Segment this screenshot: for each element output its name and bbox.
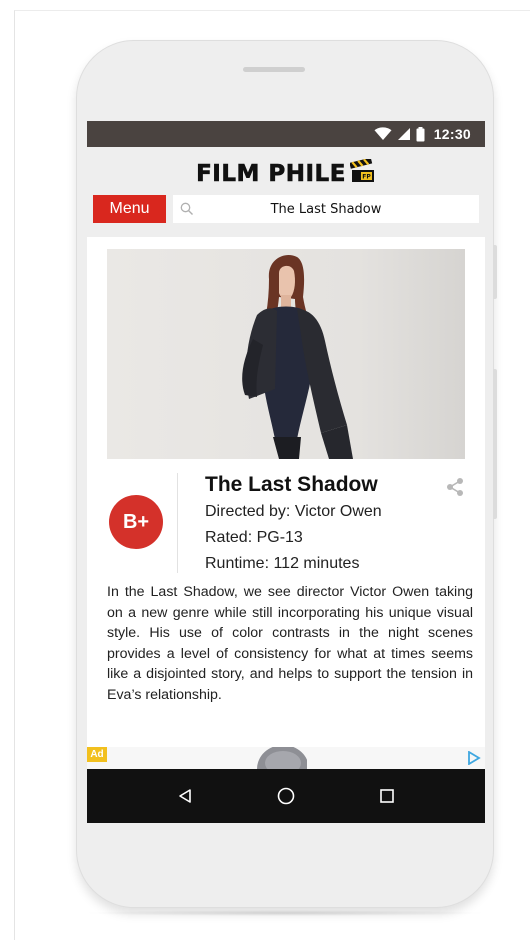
menu-button[interactable]: Menu — [93, 195, 166, 223]
wifi-icon — [374, 127, 392, 141]
home-icon[interactable] — [266, 776, 306, 816]
back-icon[interactable] — [165, 776, 205, 816]
recents-icon[interactable] — [367, 776, 407, 816]
ad-banner[interactable]: Ad — [87, 747, 485, 769]
share-icon[interactable] — [445, 477, 465, 502]
movie-review: In the Last Shadow, we see director Vict… — [107, 584, 473, 703]
page-shadow — [82, 910, 488, 916]
ad-image[interactable] — [243, 747, 323, 769]
battery-icon — [416, 126, 425, 142]
movie-poster-image — [107, 249, 465, 459]
phone-screen: 12:30 FILM PHILE FP Menu The Last Shadow… — [87, 121, 485, 823]
movie-title: The Last Shadow — [205, 473, 378, 496]
movie-runtime: Runtime: 112 minutes — [205, 555, 360, 572]
app-logo[interactable]: FILM PHILE FP — [87, 157, 485, 188]
power-button — [493, 369, 497, 519]
movie-rating: Rated: PG-13 — [205, 529, 303, 546]
volume-button — [493, 245, 497, 299]
info-divider — [177, 473, 178, 573]
logo-text: FILM PHILE — [196, 160, 346, 187]
movie-detail-card: B+ The Last Shadow Directed by: Victor O… — [87, 237, 485, 707]
status-time: 12:30 — [433, 126, 471, 142]
status-bar: 12:30 — [87, 121, 485, 147]
ad-label: Ad — [87, 747, 107, 762]
android-nav-bar — [87, 769, 485, 823]
search-icon — [179, 201, 195, 222]
grade-badge: B+ — [109, 495, 163, 549]
phone-speaker — [243, 67, 305, 72]
logo-badge: FP — [362, 174, 371, 181]
search-box[interactable] — [173, 195, 479, 223]
signal-icon — [397, 127, 411, 141]
search-row: Menu — [93, 195, 479, 223]
clapperboard-icon: FP — [349, 157, 376, 188]
ad-choices-icon[interactable] — [467, 750, 481, 769]
phone-frame: 12:30 FILM PHILE FP Menu The Last Shadow… — [76, 40, 497, 908]
movie-director: Directed by: Victor Owen — [205, 503, 382, 520]
app-header: FILM PHILE FP Menu — [87, 147, 485, 237]
search-input[interactable] — [173, 195, 479, 223]
